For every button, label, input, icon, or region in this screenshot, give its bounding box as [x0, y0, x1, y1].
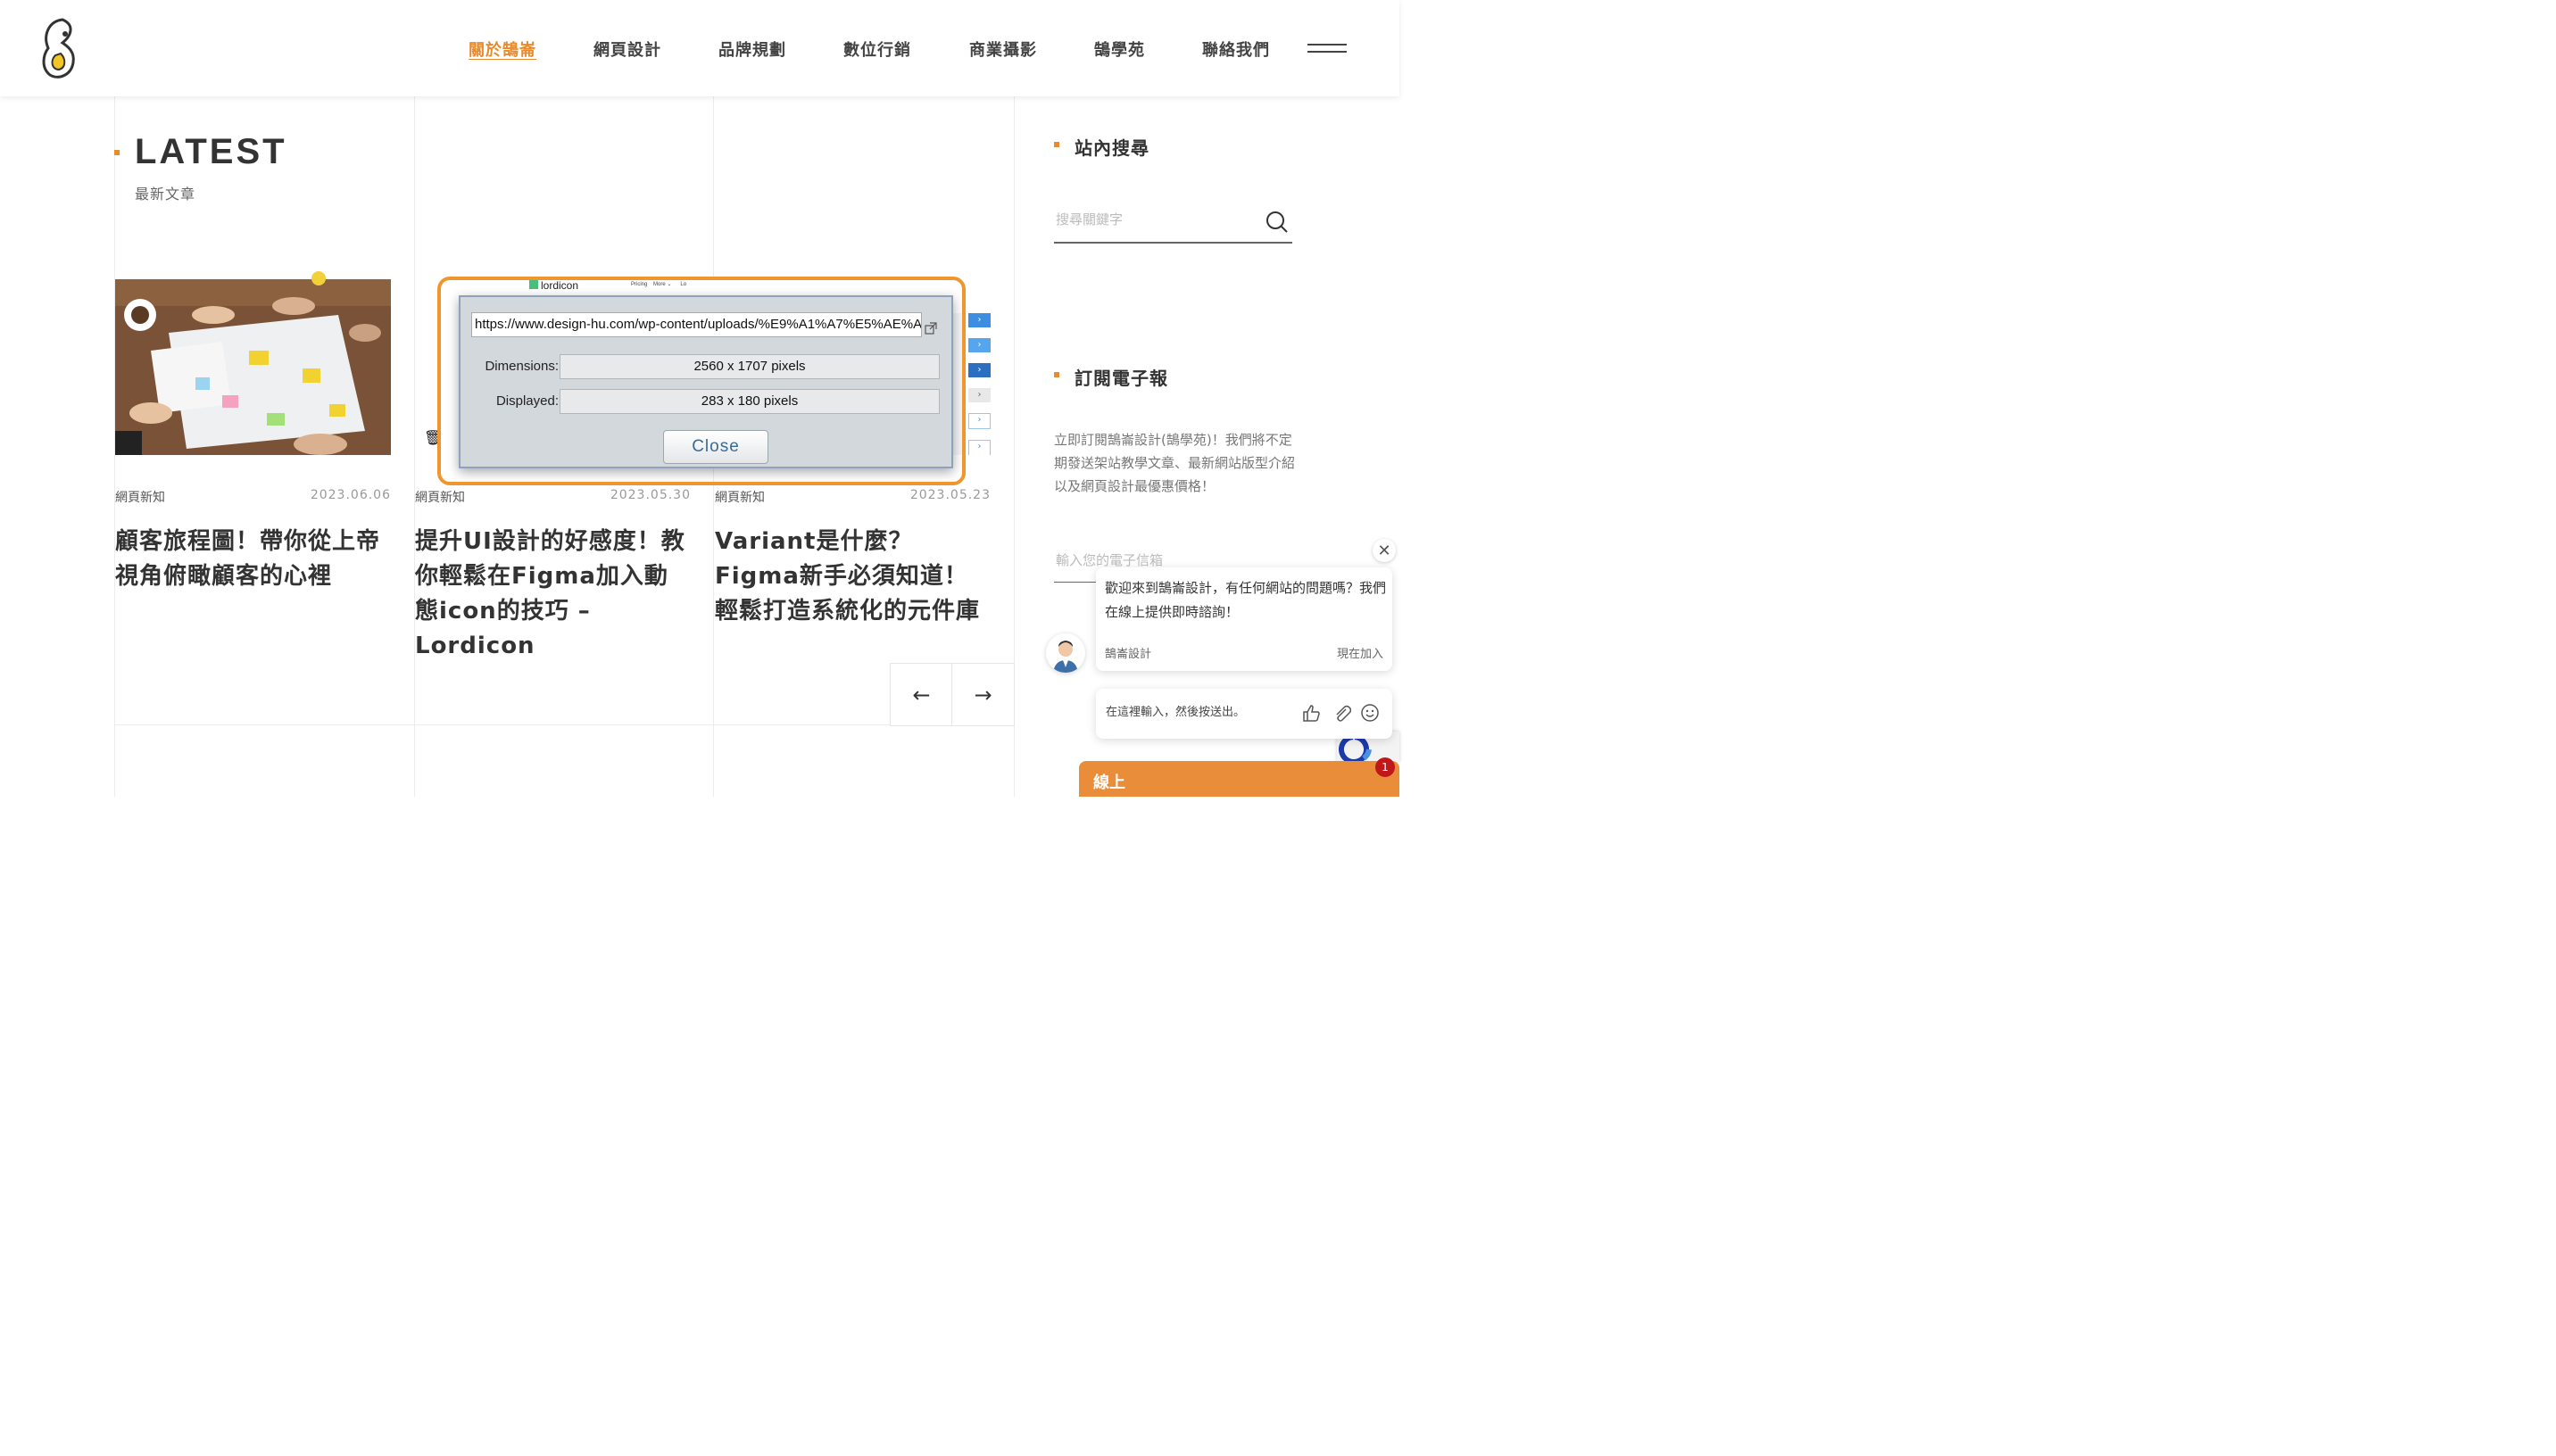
nav-digital-marketing[interactable]: 數位行銷 — [843, 37, 911, 61]
decor-dot — [311, 271, 326, 285]
email-input[interactable] — [1054, 551, 1290, 569]
search-icon[interactable] — [1266, 211, 1289, 234]
card-title[interactable]: 顧客旅程圖！帶你從上帝視角俯瞰顧客的心裡 — [115, 525, 392, 594]
chat-notification-badge: 1 — [1375, 757, 1395, 777]
menu-icon[interactable] — [1307, 41, 1347, 55]
card-date: 2023.06.06 — [310, 488, 391, 502]
nav-branding[interactable]: 品牌規劃 — [718, 37, 786, 61]
section-subtitle: 最新文章 — [135, 186, 196, 203]
card-title[interactable]: Variant是什麼？Figma新手必須知道！輕鬆打造系統化的元件庫 — [715, 525, 992, 629]
chat-agent-name: 鵠崙設計 — [1105, 648, 1152, 661]
card-image-customer-journey[interactable] — [115, 279, 391, 455]
nav-contact[interactable]: 聯絡我們 — [1202, 37, 1270, 61]
nav-web-design[interactable]: 網頁設計 — [593, 37, 661, 61]
section-title: LATEST — [135, 132, 287, 171]
card-category[interactable]: 網頁新知 — [715, 488, 765, 506]
chat-message: 歡迎來到鵠崙設計，有任何網站的問題嗎？我們在線上提供即時諮詢！ — [1105, 580, 1387, 620]
card-date: 2023.05.30 — [610, 488, 691, 502]
card-date: 2023.05.23 — [909, 488, 991, 502]
card-category[interactable]: 網頁新知 — [415, 488, 465, 506]
prev-arrow-button[interactable]: ← — [890, 663, 953, 726]
ui-list-buttons: › › › › › › — [968, 313, 991, 455]
nav-photography[interactable]: 商業攝影 — [969, 37, 1037, 61]
arrow-left-icon: ← — [912, 682, 931, 707]
highlight-outline — [437, 277, 966, 485]
next-arrow-button[interactable]: → — [951, 663, 1015, 726]
search-underline — [1054, 242, 1292, 244]
chat-close-button[interactable]: ✕ — [1373, 539, 1396, 562]
heading-marker — [114, 150, 120, 155]
emoji-icon[interactable] — [1360, 703, 1380, 723]
site-header: 關於鵠崙 網頁設計 品牌規劃 數位行銷 商業攝影 鵠學苑 聯絡我們 — [0, 0, 1399, 96]
card-category[interactable]: 網頁新知 — [115, 488, 165, 506]
chat-message-bubble: 歡迎來到鵠崙設計，有任何網站的問題嗎？我們在線上提供即時諮詢！ 鵠崙設計 現在加… — [1096, 567, 1392, 671]
nav-about[interactable]: 關於鵠崙 — [469, 37, 536, 61]
search-input[interactable] — [1054, 211, 1258, 228]
site-logo[interactable] — [36, 16, 80, 80]
search-heading: 站內搜尋 — [1075, 137, 1149, 159]
chat-bar-label: 線上 — [1093, 774, 1125, 792]
card-title[interactable]: 提升UI設計的好感度！教你輕鬆在Figma加入動態icon的技巧 – Lordi… — [415, 525, 692, 664]
attachment-icon[interactable] — [1332, 703, 1351, 723]
chat-join-link[interactable]: 現在加入 — [1337, 644, 1383, 661]
newsletter-text: 立即訂閱鵠崙設計(鵠學苑)！我們將不定期發送架站教學文章、最新網站版型介紹以及網… — [1054, 432, 1296, 494]
chat-bar[interactable]: 線上 — [1079, 761, 1399, 797]
arrow-right-icon: → — [974, 682, 992, 707]
nav-academy[interactable]: 鵠學苑 — [1094, 37, 1145, 61]
thumbs-up-icon[interactable] — [1301, 703, 1321, 723]
heading-marker — [1054, 372, 1059, 377]
heading-marker — [1054, 142, 1059, 147]
chat-input-box — [1096, 689, 1392, 739]
newsletter-heading: 訂閱電子報 — [1075, 368, 1168, 389]
agent-avatar — [1046, 633, 1085, 673]
email-underline — [1054, 582, 1099, 583]
chat-input[interactable] — [1104, 705, 1286, 720]
grid-line — [114, 724, 1014, 725]
